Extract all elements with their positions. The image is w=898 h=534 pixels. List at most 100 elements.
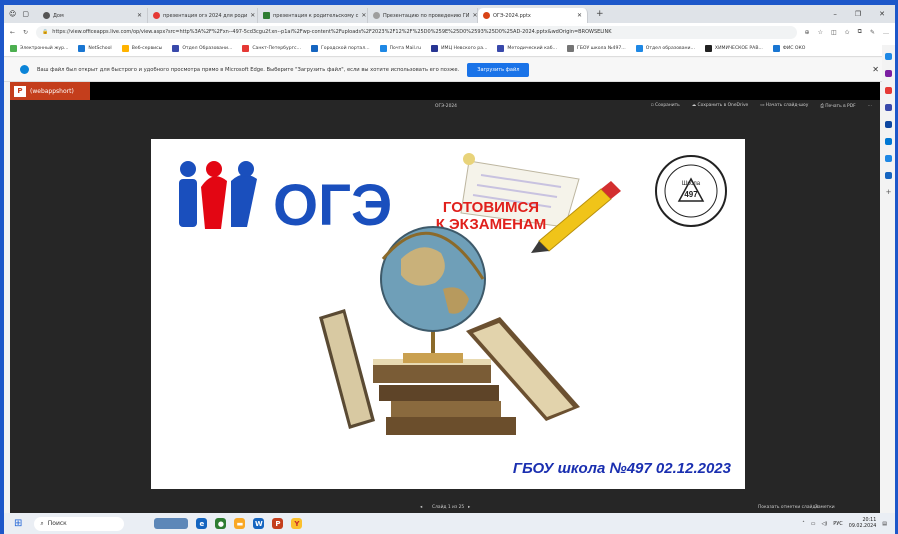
split-screen-icon[interactable]: ◫: [831, 29, 837, 36]
yandex-taskbar-icon[interactable]: Y: [291, 518, 303, 529]
favorite-item[interactable]: ИМЦ Невского ра...: [431, 45, 487, 52]
back-icon[interactable]: ←: [10, 29, 15, 36]
zoom-icon[interactable]: ⊕: [805, 29, 810, 36]
volume-icon[interactable]: ◁): [821, 521, 827, 527]
new-tab-icon[interactable]: +: [596, 9, 604, 19]
favorite-item[interactable]: ХИМИЧЕСКОЕ РАВ...: [704, 45, 763, 52]
print-pdf-button[interactable]: ⎙ Печать в PDF: [820, 103, 855, 109]
close-tab-icon[interactable]: ✕: [361, 12, 366, 19]
powerpoint-taskbar-icon[interactable]: P: [272, 518, 284, 529]
favicon-icon: [431, 45, 439, 52]
download-file-button[interactable]: Загрузить файл: [467, 62, 530, 77]
tab-presentation-2[interactable]: презентация к родительскому с ✕: [258, 8, 368, 23]
notifications-icon[interactable]: ▤: [882, 521, 887, 527]
language-indicator[interactable]: РУС: [833, 521, 843, 527]
tab-home[interactable]: Дом ✕: [38, 8, 148, 23]
briefcase-icon[interactable]: [885, 87, 892, 94]
tab-presentation-1[interactable]: презентация огэ 2024 для роди ✕: [148, 8, 258, 23]
chess-icon[interactable]: [885, 104, 892, 111]
close-tab-icon[interactable]: ✕: [473, 12, 477, 19]
favorite-item[interactable]: Электронный жур...: [10, 45, 68, 52]
widgets-icon[interactable]: [154, 518, 189, 529]
microsoft365-icon[interactable]: [885, 121, 892, 128]
tab-label: Дом: [53, 12, 64, 19]
favorite-item[interactable]: Санкт-Петербургс...: [242, 45, 301, 52]
tab-actions-icon[interactable]: ▢: [22, 10, 29, 18]
favorite-item[interactable]: ГБОУ школа №497...: [566, 45, 626, 52]
home-tab-icon: [43, 12, 50, 19]
tab-oge-pptx[interactable]: ОГЭ-2024.pptx ✕: [478, 8, 588, 23]
favorite-item[interactable]: Городской портал...: [310, 45, 370, 52]
tab-label: презентация к родительскому с: [273, 12, 359, 19]
taskbar-search[interactable]: ⌕ Поиск: [34, 516, 125, 531]
more-icon[interactable]: …: [883, 29, 889, 36]
tab-presentation-3[interactable]: Презентацию по проведению ГИ ✕: [368, 8, 478, 23]
restore-icon[interactable]: ❐: [855, 10, 861, 18]
tab-strip: ☺ ▢ Дом ✕ презентация огэ 2024 для роди …: [4, 5, 895, 23]
more-options-icon[interactable]: …: [868, 103, 872, 109]
favorite-item[interactable]: Отдел Образовани...: [172, 45, 232, 52]
tab-label: презентация огэ 2024 для роди: [163, 12, 248, 19]
favicon-icon: [10, 45, 17, 52]
close-tab-icon[interactable]: ✕: [250, 12, 255, 19]
save-onedrive-button[interactable]: ☁ Сохранить в OneDrive: [692, 103, 749, 109]
site-icon: [263, 12, 270, 19]
slide-counter: Слайд 1 из 25: [432, 505, 465, 510]
close-tab-icon[interactable]: ✕: [137, 12, 142, 19]
start-icon[interactable]: ⊞: [14, 518, 22, 529]
prev-slide-icon[interactable]: ◂: [420, 505, 422, 510]
word-taskbar-icon[interactable]: W: [253, 518, 265, 529]
favorite-item[interactable]: Веб-сервисы: [121, 45, 162, 52]
powerpoint-tab-icon: [483, 12, 490, 19]
window-close-icon[interactable]: ✕: [879, 10, 885, 18]
tray-chevron-icon[interactable]: ˄: [802, 521, 805, 527]
favorite-item[interactable]: Почта Mail.ru: [379, 45, 421, 52]
close-tab-icon[interactable]: ✕: [577, 12, 582, 19]
minimize-icon[interactable]: –: [833, 10, 837, 18]
favorites-icon[interactable]: ✩: [845, 29, 850, 36]
zoom-control[interactable]: Заметки: [815, 505, 835, 510]
network-icon[interactable]: ▭: [811, 521, 816, 527]
profile-icon[interactable]: ☺: [9, 10, 16, 18]
notes-button[interactable]: Показать отметки слайда: [758, 505, 818, 510]
send-icon[interactable]: [885, 155, 892, 162]
drop-icon[interactable]: [885, 172, 892, 179]
search-icon[interactable]: [885, 53, 892, 60]
tab-label: ОГЭ-2024.pptx: [493, 12, 531, 19]
browser-window: ☺ ▢ Дом ✕ презентация огэ 2024 для роди …: [4, 5, 895, 513]
oge-logo: ОГЭ: [179, 161, 392, 238]
favorite-item[interactable]: Методический каб...: [497, 45, 557, 52]
info-message: Ваш файл был открыт для быстрого и удобн…: [37, 66, 460, 73]
site-icon: [373, 12, 380, 19]
favorite-star-icon[interactable]: ☆: [818, 29, 823, 36]
favorite-item[interactable]: NetSchool: [78, 45, 112, 52]
url-field[interactable]: 🔒 https://view.officeapps.live.com/op/vi…: [36, 25, 797, 39]
info-close-icon[interactable]: ✕: [872, 65, 879, 74]
extension-icon[interactable]: ✎: [870, 29, 875, 36]
favorite-item[interactable]: Отдел образовани...: [635, 45, 695, 52]
add-icon[interactable]: +: [885, 189, 892, 196]
address-bar: ← ↻ 🔒 https://view.officeapps.live.com/o…: [4, 23, 895, 41]
collections-icon[interactable]: ⧉: [858, 28, 862, 36]
slideshow-button[interactable]: ▭ Начать слайд-шоу: [760, 103, 808, 109]
next-slide-icon[interactable]: ▸: [468, 505, 470, 510]
info-bar: Ваш файл был открыт для быстрого и удобн…: [4, 58, 895, 82]
ppt-header: P (webappshort): [10, 82, 880, 100]
file-label[interactable]: (webappshort): [30, 88, 74, 95]
edge-taskbar-icon[interactable]: e: [196, 518, 208, 529]
folder-taskbar-icon[interactable]: ▬: [234, 518, 246, 529]
tag-icon[interactable]: [885, 70, 892, 77]
oge-logo-text: ОГЭ: [273, 173, 392, 238]
emblem-number: 497: [684, 190, 698, 199]
favorite-item[interactable]: ФИС ОКО: [772, 45, 805, 52]
window-controls: – ❐ ✕: [833, 10, 895, 18]
clock[interactable]: 20:11 09.02.2024: [849, 518, 876, 530]
toolbar-actions: ▫ Сохранить ☁ Сохранить в OneDrive ▭ Нач…: [651, 103, 872, 109]
chrome-taskbar-icon[interactable]: ●: [215, 518, 227, 529]
save-button[interactable]: ▫ Сохранить: [651, 103, 680, 109]
school-emblem: Школа 497: [655, 155, 727, 227]
favicon-icon: [635, 45, 643, 52]
refresh-icon[interactable]: ↻: [23, 29, 28, 36]
outlook-icon[interactable]: [885, 138, 892, 145]
slide: ОГЭ ГОТОВИМСЯ К ЭКЗАМЕНАМ Школа 497 ГБОУ…: [151, 139, 745, 489]
